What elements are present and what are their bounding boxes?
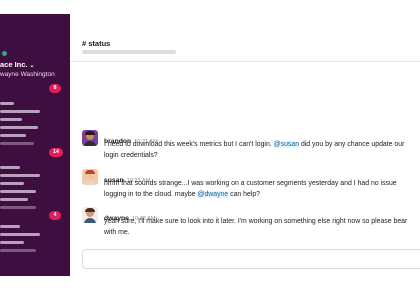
- sidebar-item[interactable]: [0, 166, 20, 169]
- message-text: hmm that sounds strange...I was working …: [104, 179, 416, 200]
- sidebar-item[interactable]: [0, 182, 24, 185]
- workspace-switcher[interactable]: ace Inc. ⌄: [0, 60, 35, 69]
- avatar[interactable]: [82, 130, 98, 146]
- user-mention[interactable]: @susan: [273, 141, 300, 148]
- message-text-part: yeah sure, I'll make sure to look into i…: [104, 218, 408, 236]
- unread-badge: 8: [49, 84, 61, 93]
- sidebar-item[interactable]: [0, 118, 22, 121]
- avatar[interactable]: [82, 169, 98, 185]
- sidebar-item[interactable]: [0, 102, 14, 105]
- sidebar-item[interactable]: [0, 198, 28, 201]
- current-user-name: wayne Washington: [0, 71, 55, 78]
- message-text-part: I need to download this week's metrics b…: [104, 141, 274, 148]
- channel-title[interactable]: # status: [82, 39, 110, 48]
- unread-badge: 14: [49, 148, 63, 157]
- message-text: I need to download this week's metrics b…: [104, 140, 416, 161]
- channel-header: # status: [70, 14, 420, 62]
- sidebar-item[interactable]: [0, 142, 34, 145]
- presence-dot-icon: [2, 51, 7, 56]
- sidebar-item[interactable]: [0, 206, 36, 209]
- avatar[interactable]: [82, 207, 98, 223]
- sidebar-item[interactable]: [0, 110, 40, 113]
- sidebar-item[interactable]: [0, 233, 40, 236]
- sidebar-item[interactable]: [0, 225, 20, 228]
- message-text-part: can help?: [228, 190, 261, 198]
- message-text: yeah sure, I'll make sure to look into i…: [104, 217, 416, 238]
- workspace-name: ace Inc.: [0, 60, 28, 69]
- sidebar-item[interactable]: [0, 134, 26, 137]
- sidebar-item[interactable]: [0, 249, 36, 252]
- user-mention[interactable]: @dwayne: [197, 190, 229, 198]
- sidebar-item[interactable]: [0, 126, 38, 129]
- message-composer-input[interactable]: [82, 249, 420, 269]
- sidebar-item[interactable]: [0, 190, 36, 193]
- sidebar-item[interactable]: [0, 241, 24, 244]
- channel-topic: [82, 50, 176, 54]
- unread-badge: 4: [49, 211, 61, 220]
- sidebar-item[interactable]: [0, 174, 40, 177]
- chevron-down-icon: ⌄: [29, 63, 35, 69]
- workspace-sidebar: ace Inc. ⌄ wayne Washington 8 14 4: [0, 14, 70, 276]
